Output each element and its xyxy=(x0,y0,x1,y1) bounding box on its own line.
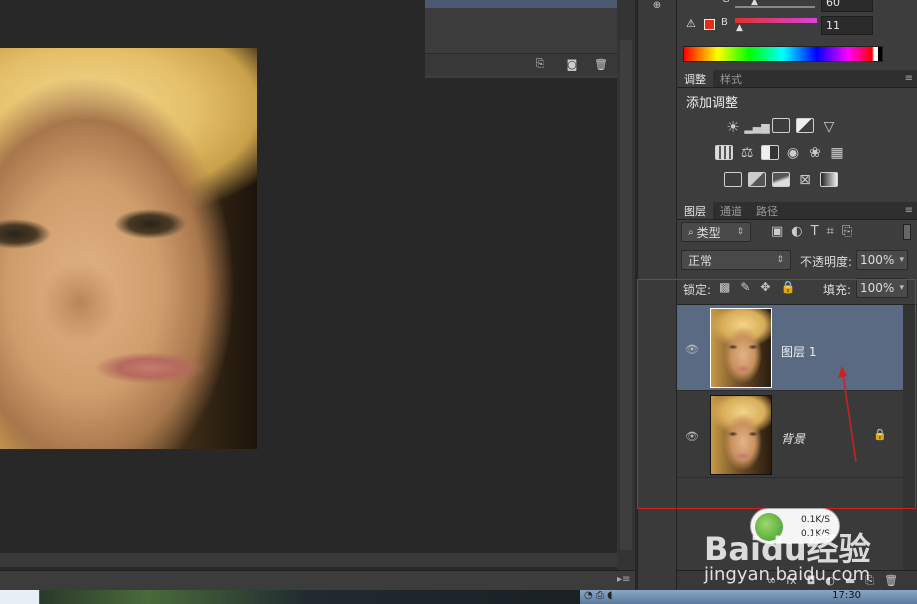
hue-saturation-icon[interactable] xyxy=(715,145,733,160)
b-slider-track[interactable] xyxy=(735,18,817,23)
watermark-url: jingyan.baidu.com xyxy=(704,564,871,585)
new-snapshot-icon[interactable]: ⎘ xyxy=(532,57,548,71)
start-button[interactable] xyxy=(0,590,40,604)
layer-filter-label: 类型 xyxy=(696,225,721,240)
filter-adjustment-icon[interactable]: ◐ xyxy=(791,224,802,239)
brightness-contrast-icon[interactable]: ☀ xyxy=(721,118,745,136)
filter-type-icon[interactable]: T xyxy=(811,224,819,239)
opacity-label: 不透明度: xyxy=(800,255,853,269)
g-slider-thumb[interactable]: ▲ xyxy=(751,0,758,7)
baidu-watermark: Baidu经验 jingyan.baidu.com xyxy=(700,510,900,590)
b-value-field[interactable]: 11 xyxy=(821,16,873,35)
vertical-scrollbar[interactable] xyxy=(617,0,635,570)
adjustment-icons-row-2: ⚖ ◉ ❀ ▦ xyxy=(712,145,848,161)
gamut-warning-icon: ⚠ xyxy=(686,17,696,30)
tab-layers[interactable]: 图层 xyxy=(677,202,713,219)
chevron-updown-icon: ⇕ xyxy=(776,255,784,265)
status-menu-icon[interactable]: ▸≡ xyxy=(617,574,631,586)
g-value-field[interactable]: 60 xyxy=(821,0,873,12)
g-channel-label: G xyxy=(722,0,730,5)
camera-icon[interactable]: ◙ xyxy=(564,57,580,71)
posterize-icon[interactable] xyxy=(748,172,766,187)
history-panel: ⎘ ◙ 🗑 ⋰ xyxy=(425,0,635,78)
dock-panel-icon[interactable]: ⊕ xyxy=(649,0,665,11)
add-adjustment-title: 添加调整 xyxy=(686,96,739,111)
invert-icon[interactable] xyxy=(724,172,742,187)
threshold-icon[interactable] xyxy=(772,172,790,187)
tab-channels[interactable]: 通道 xyxy=(713,202,749,219)
black-white-icon[interactable] xyxy=(761,145,779,160)
blend-mode-dropdown[interactable]: 正常 ⇕ xyxy=(681,250,791,270)
b-channel-label: B xyxy=(721,17,728,28)
layers-panel-menu-icon[interactable]: ≡ xyxy=(905,202,917,219)
vertical-scrollbar-thumb[interactable] xyxy=(620,40,632,550)
color-balance-icon[interactable]: ⚖ xyxy=(736,145,758,161)
opacity-value: 100% xyxy=(860,253,895,267)
search-icon: ⌕ xyxy=(688,226,694,238)
exposure-icon[interactable] xyxy=(796,118,814,133)
color-panel: G ▲ 60 ⚠ B ▲ 11 xyxy=(677,0,917,68)
blend-mode-value: 正常 xyxy=(688,253,713,268)
tray-icons[interactable]: ◔ ⎙ ◖ xyxy=(584,590,612,601)
filter-smart-object-icon[interactable]: ⎘ xyxy=(842,224,852,239)
channel-mixer-icon[interactable]: ❀ xyxy=(804,145,826,161)
tab-styles[interactable]: 样式 xyxy=(713,70,749,87)
taskbar-clock[interactable]: 17:30 xyxy=(832,590,861,601)
history-toolbar: ⎘ ◙ 🗑 ⋰ xyxy=(425,53,635,75)
color-spectrum-bar[interactable] xyxy=(683,46,883,62)
selective-color-icon[interactable]: ⊠ xyxy=(793,172,817,188)
b-slider-thumb[interactable]: ▲ xyxy=(736,23,743,33)
portrait-photo[interactable] xyxy=(0,48,257,449)
gradient-map-icon[interactable] xyxy=(820,172,838,187)
vibrance-icon[interactable]: ▽ xyxy=(817,118,841,136)
curves-icon[interactable] xyxy=(772,118,790,133)
tab-paths[interactable]: 路径 xyxy=(749,202,785,219)
adjustment-icons-row-1: ☀ ▂▄▆ ▽ xyxy=(721,118,841,136)
layers-tabs: 图层 通道 路径 ≡ xyxy=(677,202,917,220)
windows-taskbar: ◔ ⎙ ◖ 17:30 xyxy=(0,590,917,604)
chevron-updown-icon: ⇕ xyxy=(736,227,744,237)
adjustments-panel: 调整 样式 ≡ 添加调整 ☀ ▂▄▆ ▽ ⚖ ◉ ❀ ▦ ⊠ xyxy=(677,70,917,198)
status-bar: ▸≡ xyxy=(0,570,635,590)
color-lookup-icon[interactable]: ▦ xyxy=(826,145,848,161)
adjustment-icons-row-3: ⊠ xyxy=(721,172,841,188)
adjustments-tabs: 调整 样式 ≡ xyxy=(677,70,917,88)
taskbar-app[interactable] xyxy=(40,590,580,604)
layer-filter-icons: ▣ ◐ T ⌗ ⎘ xyxy=(771,224,852,239)
filter-shape-icon[interactable]: ⌗ xyxy=(827,224,834,239)
filter-toggle-switch[interactable] xyxy=(903,224,911,240)
opacity-field[interactable]: 100% ▾ xyxy=(856,250,908,270)
adjustments-panel-menu-icon[interactable]: ≡ xyxy=(905,70,917,87)
trash-icon[interactable]: 🗑 xyxy=(593,57,609,71)
filter-pixel-icon[interactable]: ▣ xyxy=(771,224,783,239)
photo-filter-icon[interactable]: ◉ xyxy=(782,145,804,161)
history-selected-row[interactable] xyxy=(425,0,620,8)
levels-icon[interactable]: ▂▄▆ xyxy=(744,118,769,136)
annotation-highlight-box xyxy=(637,279,916,509)
layer-filter-dropdown[interactable]: ⌕ 类型 ⇕ xyxy=(681,222,751,242)
color-swatch[interactable] xyxy=(704,19,715,30)
chevron-down-icon[interactable]: ▾ xyxy=(899,255,904,265)
document-canvas[interactable] xyxy=(0,0,620,570)
horizontal-scrollbar[interactable] xyxy=(0,553,617,567)
g-slider-track[interactable] xyxy=(735,6,815,8)
tab-adjustments[interactable]: 调整 xyxy=(677,70,713,87)
